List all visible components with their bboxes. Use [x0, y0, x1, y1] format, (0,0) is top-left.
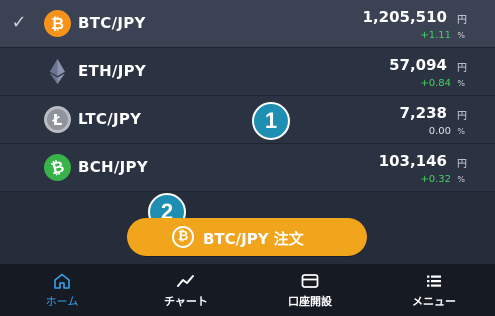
percent-sign: %	[457, 175, 465, 184]
account-card-icon	[301, 274, 319, 288]
pair-price: 1,205,510	[362, 8, 447, 26]
pair-row-bch[interactable]: ₿ BCH/JPY 103,146 円 +0.32 %	[0, 144, 495, 192]
pair-change: +0.32	[420, 174, 451, 185]
pair-row-eth[interactable]: ETH/JPY 57,094 円 +0.84 %	[0, 48, 495, 96]
percent-sign: %	[457, 31, 465, 40]
currency-unit: 円	[457, 63, 467, 74]
currency-unit: 円	[457, 159, 467, 170]
menu-list-icon	[427, 275, 441, 287]
bitcoin-cash-icon: ₿	[44, 154, 71, 181]
bitcoin-icon: ₿	[172, 226, 194, 248]
tab-chart[interactable]: チャート	[124, 264, 248, 316]
tab-account[interactable]: 口座開設	[248, 264, 372, 316]
currency-unit: 円	[457, 111, 467, 122]
order-button[interactable]: ₿ BTC/JPY 注文	[127, 218, 367, 256]
callout-badge-1: 1	[252, 102, 290, 140]
chart-icon	[177, 275, 194, 287]
pair-price: 103,146	[378, 152, 447, 170]
pair-symbol: BTC/JPY	[78, 14, 146, 32]
svg-text:₿: ₿	[51, 14, 64, 33]
pair-change: 0.00	[428, 126, 451, 137]
litecoin-icon: Ł	[44, 106, 71, 133]
pair-list: ✓ ₿ BTC/JPY 1,205,510 円 +1.11 % ETH/JPY …	[0, 0, 495, 192]
tab-label: チャート	[164, 295, 208, 308]
pair-change: +1.11	[420, 30, 451, 41]
ethereum-icon	[44, 58, 71, 85]
percent-sign: %	[457, 127, 465, 136]
pair-symbol: BCH/JPY	[78, 158, 149, 176]
checkmark-icon: ✓	[11, 12, 27, 33]
order-button-label: BTC/JPY 注文	[203, 230, 304, 248]
bottom-tab-bar: ホーム チャート 口座開設 メニュー	[0, 264, 495, 316]
percent-sign: %	[457, 79, 465, 88]
tab-label: 口座開設	[288, 295, 332, 308]
bitcoin-icon: ₿	[44, 10, 71, 37]
tab-label: メニュー	[412, 295, 456, 308]
pair-row-btc[interactable]: ✓ ₿ BTC/JPY 1,205,510 円 +1.11 %	[0, 0, 495, 48]
pair-symbol: ETH/JPY	[78, 62, 147, 80]
home-icon	[54, 273, 70, 289]
tab-label: ホーム	[45, 295, 79, 308]
tab-home[interactable]: ホーム	[0, 264, 124, 316]
svg-text:Ł: Ł	[52, 111, 63, 129]
pair-change: +0.84	[420, 78, 451, 89]
pair-price: 57,094	[389, 56, 447, 74]
tab-menu[interactable]: メニュー	[372, 264, 495, 316]
currency-unit: 円	[457, 15, 467, 26]
pair-symbol: LTC/JPY	[78, 110, 142, 128]
pair-row-ltc[interactable]: Ł LTC/JPY 7,238 円 0.00 %	[0, 96, 495, 144]
pair-price: 7,238	[399, 104, 447, 122]
